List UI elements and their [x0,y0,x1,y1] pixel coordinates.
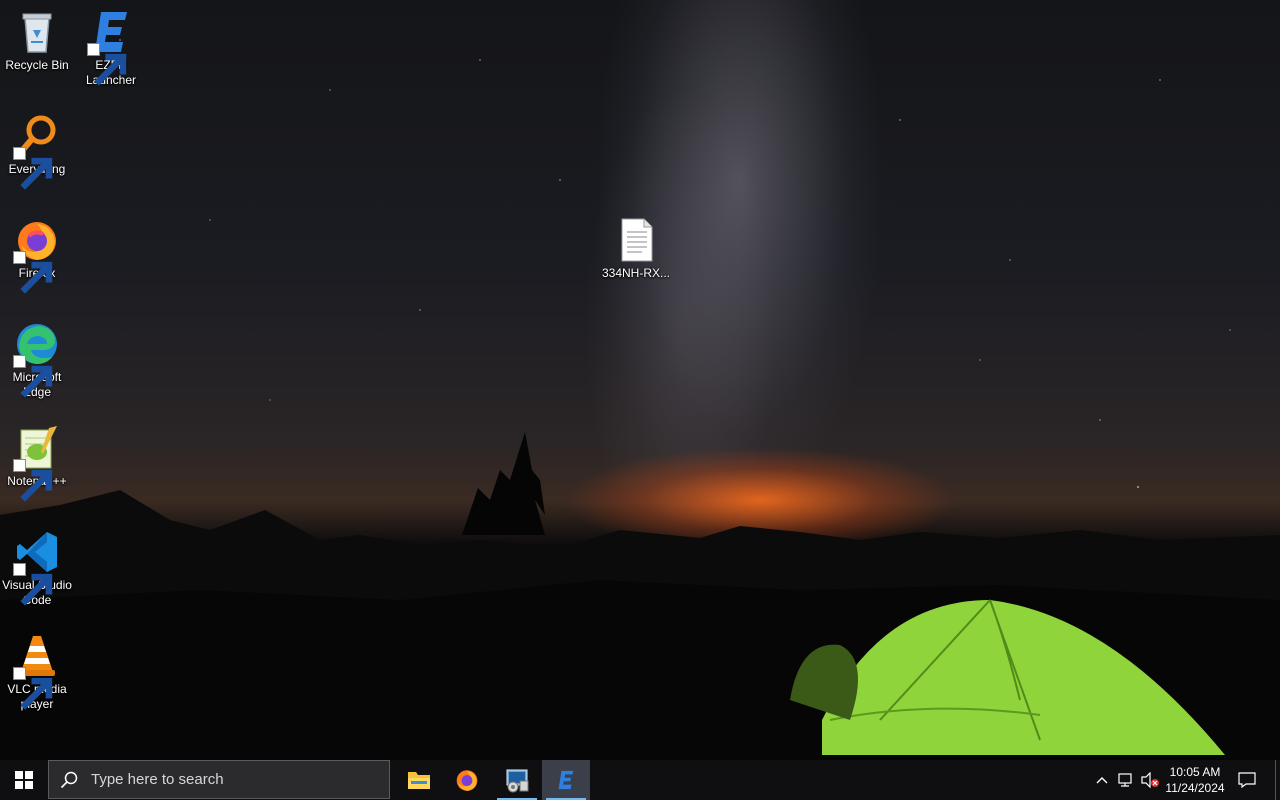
shortcut-arrow-icon [13,563,53,606]
desktop-icon-visual-studio-code[interactable]: Visual Studio Code [0,528,74,608]
desktop-icon-label: Recycle Bin [5,58,69,72]
taskbar-firefox[interactable] [443,760,491,800]
search-icon [49,771,89,789]
wallpaper-landscape [0,432,1280,760]
show-desktop-button[interactable] [1275,760,1280,800]
network-wired-icon [1118,773,1132,787]
taskbar-file-explorer[interactable] [395,760,443,800]
text-file-icon [621,218,653,262]
shortcut-arrow-icon [13,147,53,190]
clock-date: 11/24/2024 [1165,781,1225,795]
search-input[interactable] [89,770,383,789]
desktop-icon-text-file[interactable]: 334NH-RX... [599,216,673,281]
network-status-button[interactable] [1115,760,1137,800]
recycle-bin-icon [22,13,52,53]
taskbar-control-panel[interactable] [493,760,541,800]
firefox-icon [456,770,478,791]
control-panel-icon [506,769,529,793]
volume-button[interactable] [1139,760,1161,800]
desktop-icon-firefox[interactable]: Firefox [0,216,74,294]
shortcut-arrow-icon [13,355,53,398]
taskbar-ezfn-launcher[interactable] [542,760,590,800]
action-center-button[interactable] [1234,760,1260,800]
shortcut-arrow-icon [13,459,53,502]
taskbar: 10:05 AM 11/24/2024 [0,760,1280,800]
desktop-wallpaper: Recycle Bin EZFN Launcher Everything Fir… [0,0,1280,760]
desktop-icon-ezfn-launcher[interactable]: EZFN Launcher [74,8,148,88]
show-hidden-icons-button[interactable] [1092,760,1112,800]
shortcut-arrow-icon [13,251,53,294]
desktop-icon-recycle-bin[interactable]: Recycle Bin [0,8,74,73]
file-explorer-icon [408,772,430,789]
desktop-icon-everything[interactable]: Everything [0,112,74,190]
notification-icon [1238,772,1256,788]
desktop-icon-label: 334NH-RX... [601,266,671,280]
clock-time: 10:05 AM [1169,765,1221,779]
shortcut-arrow-icon [13,667,53,710]
ezfn-launcher-icon [558,770,574,790]
start-button[interactable] [0,760,48,800]
desktop-icon-microsoft-edge[interactable]: Microsoft Edge [0,320,74,400]
volume-muted-icon [1141,772,1159,788]
desktop-icon-notepad-plus-plus[interactable]: Notepad++ [0,424,74,502]
shortcut-arrow-icon [87,43,127,86]
windows-logo-icon [15,771,33,789]
taskbar-clock[interactable]: 10:05 AM 11/24/2024 [1160,760,1230,800]
taskbar-search-box[interactable] [48,760,390,799]
desktop-icon-vlc-media-player[interactable]: VLC media player [0,632,74,712]
chevron-up-icon [1096,777,1108,784]
